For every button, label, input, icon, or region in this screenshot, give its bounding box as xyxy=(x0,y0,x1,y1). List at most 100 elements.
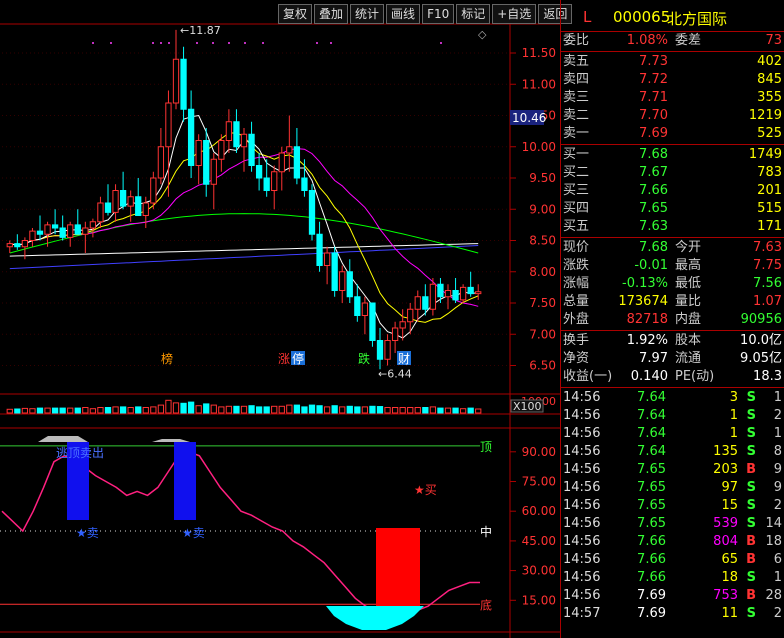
volume-bar xyxy=(452,407,459,414)
stock-code: 000065 xyxy=(613,8,671,26)
volume-bar xyxy=(384,407,391,414)
volume-bar xyxy=(339,406,346,414)
volume-bar xyxy=(301,406,308,414)
tick-volume: 11 xyxy=(721,606,738,621)
diamond-icon: ◇ xyxy=(478,28,487,41)
tick-side: B xyxy=(746,588,756,603)
candle-body xyxy=(142,202,149,216)
tick-side: B xyxy=(746,552,756,567)
tick-side: S xyxy=(746,408,756,423)
tick-side: S xyxy=(746,444,756,459)
bid-list: 买一 7.68 1749 买二 7.67 783 买三 7.66 201 买四 7.6… xyxy=(561,146,784,236)
bid-row: 买一 7.68 1749 xyxy=(561,146,784,164)
kline-chart-area[interactable]: 11.5011.0010.5010.009.509.008.508.007.50… xyxy=(0,0,573,638)
weicha-value: 73 xyxy=(765,33,782,48)
stat-label-2: 最低 xyxy=(675,276,702,291)
candle-body xyxy=(165,102,172,148)
volume-bar xyxy=(240,405,248,414)
volume-bar xyxy=(127,407,134,414)
ask-row: 卖五 7.73 402 xyxy=(561,53,784,71)
kline-chart-svg[interactable]: 11.5011.0010.5010.009.509.008.508.007.50… xyxy=(0,0,560,638)
sell-signal-label: ★卖 xyxy=(76,526,99,540)
toolbar-button-0[interactable]: 复权 xyxy=(278,4,313,24)
toolbar-button-5[interactable]: 标记 xyxy=(456,4,491,24)
tick-volume: 1 xyxy=(729,426,738,441)
volume-bar xyxy=(278,405,285,414)
candle-body xyxy=(316,233,323,266)
indicator-tick-label: 45.00 xyxy=(522,534,556,548)
volume-bar xyxy=(51,407,59,414)
volume-bar xyxy=(157,404,165,414)
top-label: 顶 xyxy=(480,440,492,454)
volume-bar xyxy=(323,406,331,414)
stock-name: 北方国际 xyxy=(667,10,728,28)
tick-time: 14:56 xyxy=(563,408,601,423)
toolbar-button-4[interactable]: F10 xyxy=(422,4,455,24)
volume-bar xyxy=(180,402,187,414)
volume-bar xyxy=(187,401,195,414)
ask-volume: 402 xyxy=(757,54,782,69)
candle-body xyxy=(218,140,225,160)
toolbar-button-2[interactable]: 统计 xyxy=(350,4,385,24)
tick-volume: 539 xyxy=(713,516,738,531)
stat-value-2: 1.07 xyxy=(753,294,782,309)
tick-count: 18 xyxy=(765,534,782,549)
candle-body xyxy=(376,340,384,360)
candle-body xyxy=(369,302,376,341)
ask-row: 卖三 7.71 355 xyxy=(561,89,784,107)
volume-bar xyxy=(14,408,21,414)
volume-bar xyxy=(444,407,452,414)
marker-zhang: 涨 xyxy=(278,351,290,366)
weibi-label: 委比 xyxy=(563,33,590,48)
tick-volume: 18 xyxy=(721,570,738,585)
volume-bar xyxy=(172,402,180,414)
candle-body xyxy=(112,190,119,213)
toolbar-button-3[interactable]: 画线 xyxy=(386,4,421,24)
bid-label: 买三 xyxy=(563,183,590,198)
signal-dot xyxy=(228,42,230,44)
candle-body xyxy=(127,196,134,207)
tick-count: 28 xyxy=(765,588,782,603)
tick-volume: 65 xyxy=(721,552,738,567)
stat-label: 现价 xyxy=(563,240,590,255)
tick-time: 14:56 xyxy=(563,480,601,495)
stat-label: 涨幅 xyxy=(563,276,590,291)
bid-row: 买三 7.66 201 xyxy=(561,182,784,200)
volume-bar xyxy=(399,407,406,414)
tick-time: 14:56 xyxy=(563,498,601,513)
bid-label: 买一 xyxy=(563,147,590,162)
tick-row: 14:56 7.64 1 S 2 xyxy=(561,407,784,425)
volume-bar xyxy=(119,406,127,414)
candle-body xyxy=(346,271,353,298)
candle-body xyxy=(240,133,248,148)
tick-side: S xyxy=(746,516,756,531)
stat-value-2: 7.75 xyxy=(753,258,782,273)
volume-bar xyxy=(414,407,421,414)
candle-body xyxy=(361,302,369,316)
candle-body xyxy=(422,296,429,310)
candle-body xyxy=(452,290,459,301)
toolbar-button-1[interactable]: 叠加 xyxy=(314,4,349,24)
price-tick-label: 11.00 xyxy=(522,77,556,91)
price-tick-label: 11.50 xyxy=(522,46,556,60)
tick-time: 14:56 xyxy=(563,588,601,603)
candle-body xyxy=(180,58,187,110)
ask-price: 7.70 xyxy=(639,108,668,123)
tick-list[interactable]: 14:56 7.64 3 S 1 14:56 7.64 1 S 2 14:56 7.… xyxy=(561,389,784,623)
candle-body xyxy=(384,340,391,360)
volume-bar xyxy=(346,405,353,414)
tick-time: 14:56 xyxy=(563,390,601,405)
ask-label: 卖三 xyxy=(563,90,590,105)
volume-bar xyxy=(467,407,474,414)
chart-toolbar: 复权 叠加 统计 画线 F10 标记 +自选 返回 xyxy=(276,4,573,24)
tick-row: 14:56 7.65 203 B 9 xyxy=(561,461,784,479)
buy-signal-label: ★买 xyxy=(414,483,437,497)
bid-price: 7.63 xyxy=(639,219,668,234)
tick-time: 14:56 xyxy=(563,552,601,567)
stat-row: 外盘 82718 内盘 90956 xyxy=(561,311,784,329)
fund-label: 换手 xyxy=(563,333,590,348)
toolbar-button-6[interactable]: +自选 xyxy=(492,4,537,24)
tick-side: S xyxy=(746,606,756,621)
stat-label: 涨跌 xyxy=(563,258,590,273)
tick-row: 14:56 7.65 539 S 14 xyxy=(561,515,784,533)
